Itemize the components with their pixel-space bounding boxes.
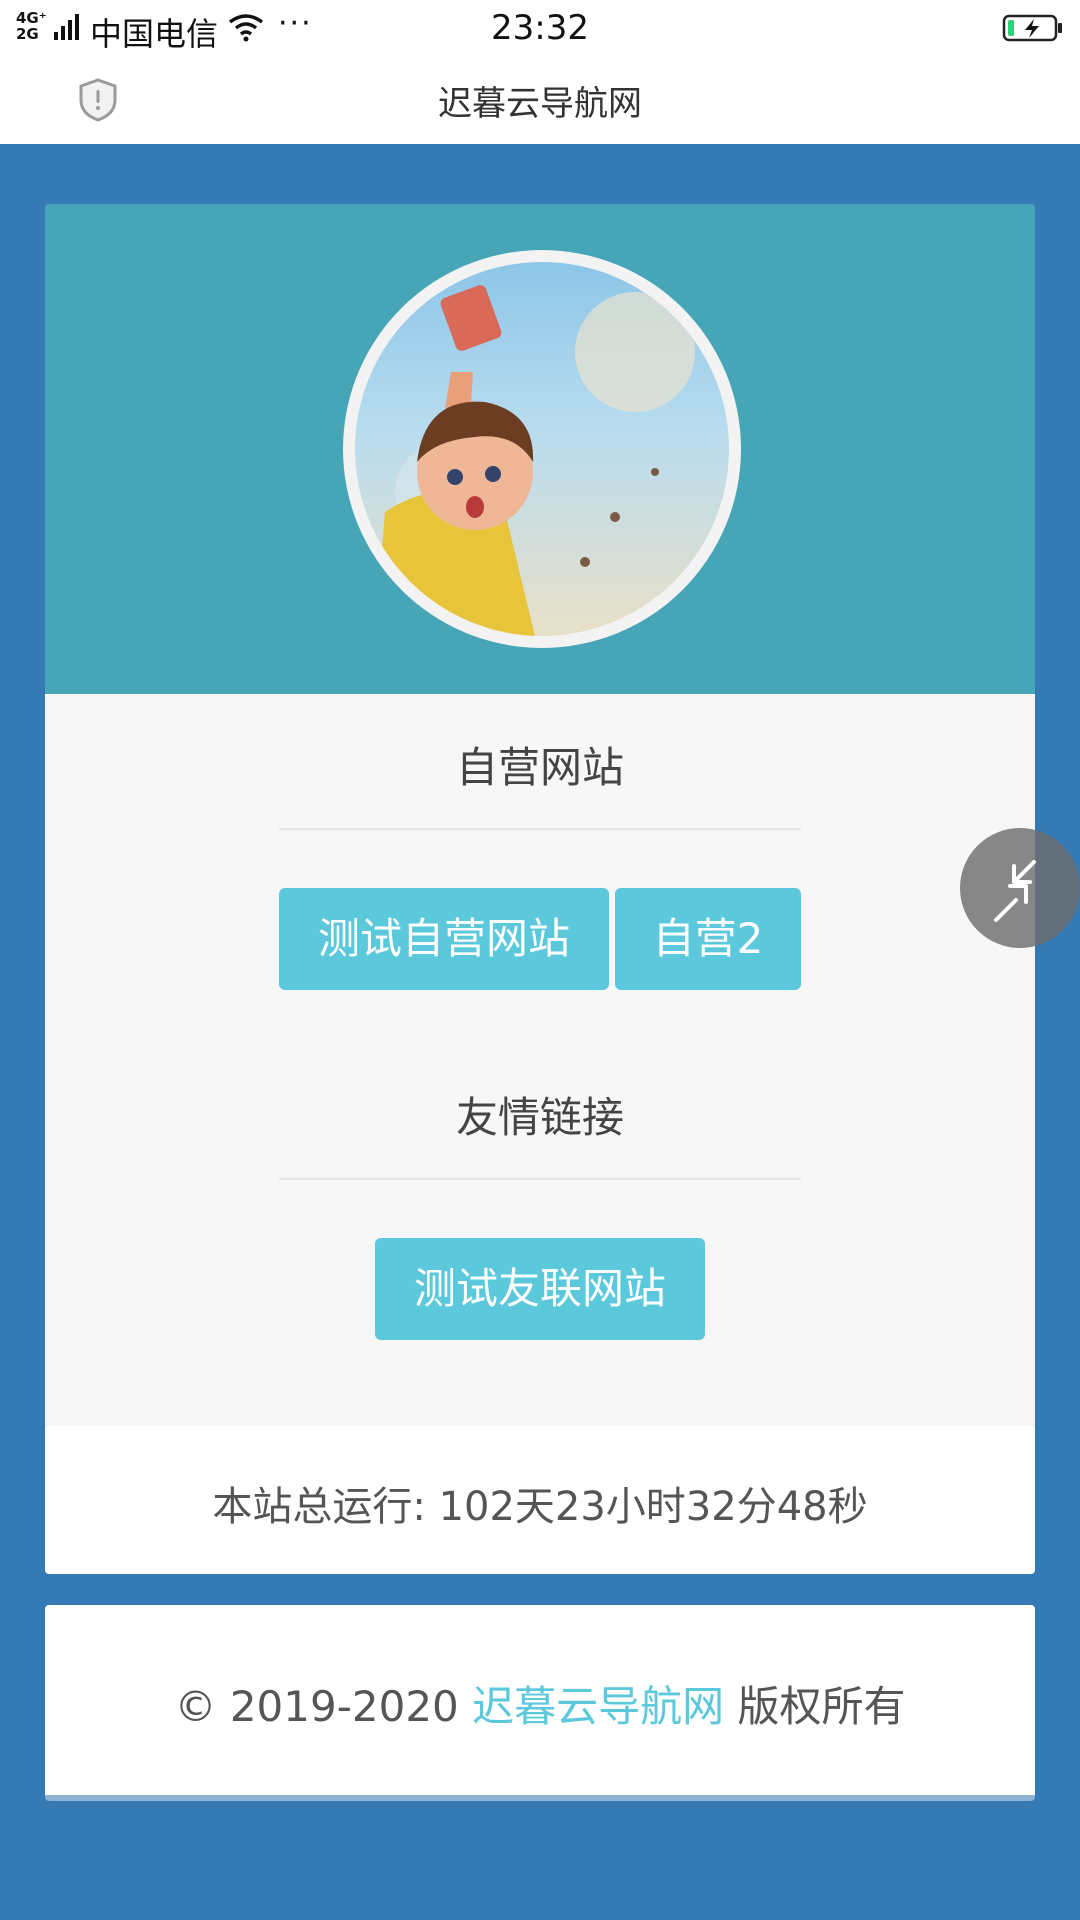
battery-charging-icon xyxy=(1002,14,1062,42)
title-bar: 迟暮云导航网 xyxy=(0,56,1080,144)
card-footer: 本站总运行: 102天23小时32分48秒 xyxy=(45,1426,1035,1574)
status-bar: 4G⁺ 2G 中国电信 ··· 23:32 xyxy=(0,0,1080,56)
avatar-illustration xyxy=(355,262,729,636)
copyright-suffix: 版权所有 xyxy=(737,1682,906,1731)
copyright-card: © 2019-2020 迟暮云导航网 版权所有 xyxy=(45,1605,1035,1801)
copyright-line: © 2019-2020 迟暮云导航网 版权所有 xyxy=(45,1673,1035,1734)
floating-shrink-button[interactable] xyxy=(960,828,1080,948)
card-body: 自营网站 测试自营网站 自营2 友情链接 测试友联网站 xyxy=(45,694,1035,1426)
link-button-test-self-site[interactable]: 测试自营网站 xyxy=(279,888,609,990)
status-time: 23:32 xyxy=(491,8,589,48)
link-button-self-2[interactable]: 自营2 xyxy=(615,888,801,990)
divider xyxy=(279,828,801,830)
card-header xyxy=(45,204,1035,694)
shrink-arrows-icon xyxy=(994,860,1036,922)
nav-card: 自营网站 测试自营网站 自营2 友情链接 测试友联网站 本站总运行: 102天2… xyxy=(45,204,1035,1574)
divider xyxy=(279,1178,801,1180)
copyright-prefix: © 2019-2020 xyxy=(174,1682,459,1731)
page-title: 迟暮云导航网 xyxy=(438,84,642,124)
link-button-test-friend-site[interactable]: 测试友联网站 xyxy=(375,1238,705,1340)
site-runtime-text: 本站总运行: 102天23小时32分48秒 xyxy=(212,1484,868,1530)
section-title-friend-links: 友情链接 xyxy=(455,1093,624,1142)
avatar xyxy=(343,250,741,648)
section-title-self-sites: 自营网站 xyxy=(455,743,624,792)
copyright-site-link[interactable]: 迟暮云导航网 xyxy=(472,1682,724,1731)
